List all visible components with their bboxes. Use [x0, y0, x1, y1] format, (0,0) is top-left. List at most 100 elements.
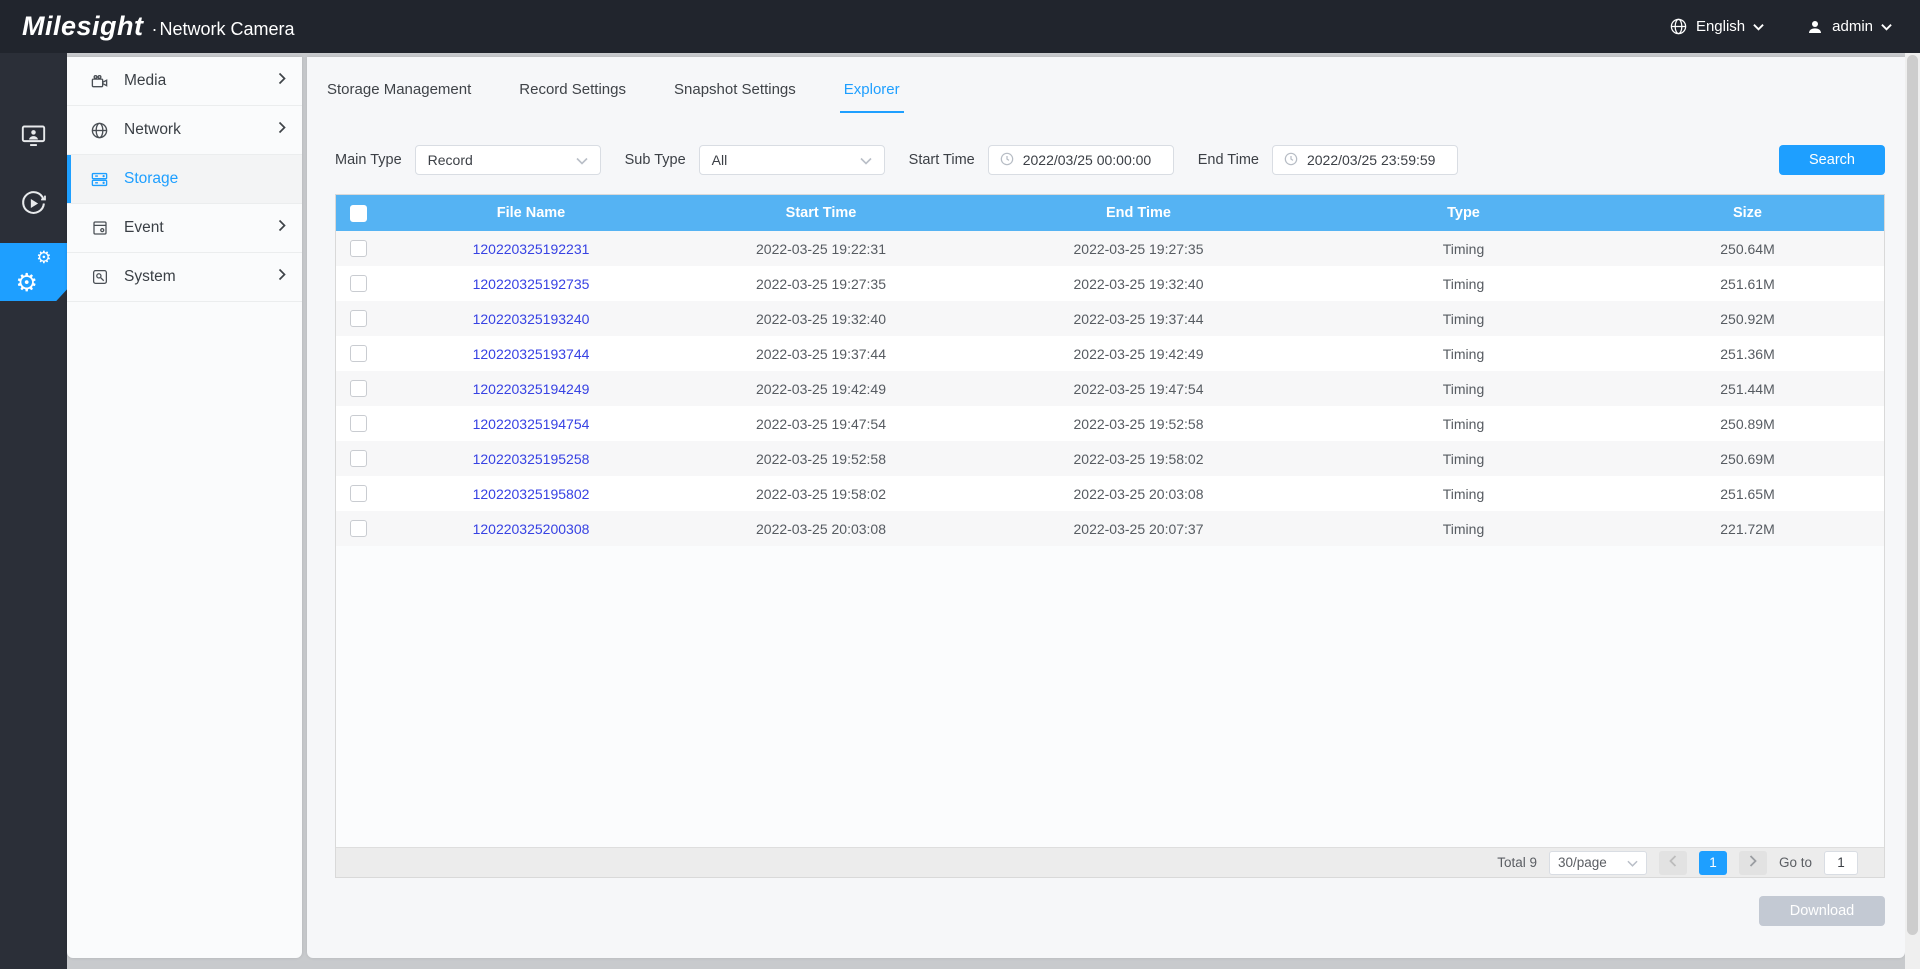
row-checkbox[interactable]: [350, 520, 367, 537]
main-type-select[interactable]: Record: [415, 145, 601, 175]
sidebar-item-label: Storage: [124, 170, 178, 188]
globe-icon: [90, 121, 109, 140]
end-time-cell: 2022-03-25 19:27:35: [961, 231, 1316, 266]
chevron-left-icon: [1669, 855, 1677, 870]
settings-menu-panel: Media Network Storage: [67, 57, 302, 958]
type-cell: Timing: [1316, 336, 1611, 371]
content-panel: Storage Management Record Settings Snaps…: [307, 57, 1905, 958]
table-row: 120220325195802 2022-03-25 19:58:02 2022…: [336, 476, 1884, 511]
current-page-button[interactable]: 1: [1699, 851, 1727, 875]
start-time-cell: 2022-03-25 19:52:58: [681, 441, 961, 476]
page-scrollbar[interactable]: [1905, 53, 1920, 969]
brand-separator: ·: [152, 19, 158, 40]
icon-rail: ⚙ ⚙: [0, 53, 67, 969]
file-name-link[interactable]: 120220325192231: [473, 241, 590, 257]
row-checkbox[interactable]: [350, 485, 367, 502]
top-bar: Milesight · Network Camera English admin: [0, 0, 1920, 53]
tab-storage-management[interactable]: Storage Management: [323, 81, 475, 113]
user-menu[interactable]: admin: [1806, 18, 1892, 36]
row-checkbox[interactable]: [350, 380, 367, 397]
file-name-link[interactable]: 120220325200308: [473, 521, 590, 537]
size-cell: 251.61M: [1611, 266, 1884, 301]
username-label: admin: [1832, 18, 1873, 35]
sidebar-item-label: System: [124, 268, 176, 286]
table-row: 120220325195258 2022-03-25 19:52:58 2022…: [336, 441, 1884, 476]
type-cell: Timing: [1316, 511, 1611, 546]
row-checkbox[interactable]: [350, 450, 367, 467]
sidebar-item-label: Network: [124, 121, 181, 139]
table-row: 120220325194249 2022-03-25 19:42:49 2022…: [336, 371, 1884, 406]
playback-button[interactable]: [0, 183, 67, 229]
chevron-down-icon: [1627, 855, 1638, 870]
select-all-checkbox[interactable]: [350, 205, 367, 222]
table-row: 120220325200308 2022-03-25 20:03:08 2022…: [336, 511, 1884, 546]
total-count: Total 9: [1497, 855, 1537, 870]
file-name-link[interactable]: 120220325195802: [473, 486, 590, 502]
language-selector[interactable]: English: [1669, 17, 1764, 36]
sidebar-item-media[interactable]: Media: [67, 57, 302, 106]
clock-icon: [1283, 151, 1299, 170]
chevron-right-icon: [278, 219, 286, 237]
start-time-cell: 2022-03-25 19:27:35: [681, 266, 961, 301]
event-icon: [90, 219, 109, 238]
file-name-link[interactable]: 120220325194249: [473, 381, 590, 397]
table-row: 120220325192231 2022-03-25 19:22:31 2022…: [336, 231, 1884, 266]
row-checkbox[interactable]: [350, 310, 367, 327]
row-checkbox[interactable]: [350, 415, 367, 432]
tab-record-settings[interactable]: Record Settings: [515, 81, 630, 113]
product-name: Network Camera: [160, 19, 295, 40]
sub-type-label: Sub Type: [625, 152, 686, 168]
start-time-cell: 2022-03-25 19:47:54: [681, 406, 961, 441]
live-view-button[interactable]: [0, 115, 67, 161]
sidebar-item-storage[interactable]: Storage: [67, 155, 302, 204]
tab-bar: Storage Management Record Settings Snaps…: [307, 57, 1905, 113]
next-page-button[interactable]: [1739, 851, 1767, 875]
header-size: Size: [1611, 195, 1884, 231]
brand: Milesight · Network Camera: [0, 11, 295, 42]
end-time-input[interactable]: 2022/03/25 23:59:59: [1272, 145, 1458, 175]
tab-explorer[interactable]: Explorer: [840, 81, 904, 113]
tab-snapshot-settings[interactable]: Snapshot Settings: [670, 81, 800, 113]
sidebar-item-system[interactable]: System: [67, 253, 302, 302]
download-button[interactable]: Download: [1759, 896, 1885, 926]
type-cell: Timing: [1316, 301, 1611, 336]
file-name-link[interactable]: 120220325193240: [473, 311, 590, 327]
chevron-right-icon: [278, 72, 286, 90]
start-time-cell: 2022-03-25 19:42:49: [681, 371, 961, 406]
chevron-right-icon: [278, 268, 286, 286]
file-name-link[interactable]: 120220325193744: [473, 346, 590, 362]
header-end-time: End Time: [961, 195, 1316, 231]
settings-gears-icon: ⚙ ⚙: [17, 255, 51, 289]
size-cell: 251.44M: [1611, 371, 1884, 406]
size-cell: 250.89M: [1611, 406, 1884, 441]
file-name-link[interactable]: 120220325195258: [473, 451, 590, 467]
file-name-link[interactable]: 120220325192735: [473, 276, 590, 292]
end-time-value: 2022/03/25 23:59:59: [1307, 152, 1435, 168]
header-file-name: File Name: [381, 195, 681, 231]
start-time-cell: 2022-03-25 19:32:40: [681, 301, 961, 336]
sidebar-item-event[interactable]: Event: [67, 204, 302, 253]
end-time-cell: 2022-03-25 19:32:40: [961, 266, 1316, 301]
prev-page-button[interactable]: [1659, 851, 1687, 875]
settings-button[interactable]: ⚙ ⚙: [0, 243, 67, 301]
row-checkbox[interactable]: [350, 345, 367, 362]
type-cell: Timing: [1316, 231, 1611, 266]
goto-page-input[interactable]: [1824, 851, 1858, 875]
row-checkbox[interactable]: [350, 275, 367, 292]
row-checkbox[interactable]: [350, 240, 367, 257]
page-size-select[interactable]: 30/page: [1549, 851, 1647, 875]
sidebar-item-network[interactable]: Network: [67, 106, 302, 155]
table-row: 120220325193240 2022-03-25 19:32:40 2022…: [336, 301, 1884, 336]
sub-type-select[interactable]: All: [699, 145, 885, 175]
table-header-row: File Name Start Time End Time Type Size: [336, 195, 1884, 231]
sidebar-item-label: Media: [124, 72, 166, 90]
playback-icon: [19, 189, 48, 223]
end-time-cell: 2022-03-25 19:52:58: [961, 406, 1316, 441]
start-time-input[interactable]: 2022/03/25 00:00:00: [988, 145, 1174, 175]
video-camera-icon: [90, 72, 109, 91]
end-time-cell: 2022-03-25 20:07:37: [961, 511, 1316, 546]
start-time-cell: 2022-03-25 19:37:44: [681, 336, 961, 371]
search-button[interactable]: Search: [1779, 145, 1885, 175]
scrollbar-thumb[interactable]: [1907, 55, 1918, 935]
file-name-link[interactable]: 120220325194754: [473, 416, 590, 432]
